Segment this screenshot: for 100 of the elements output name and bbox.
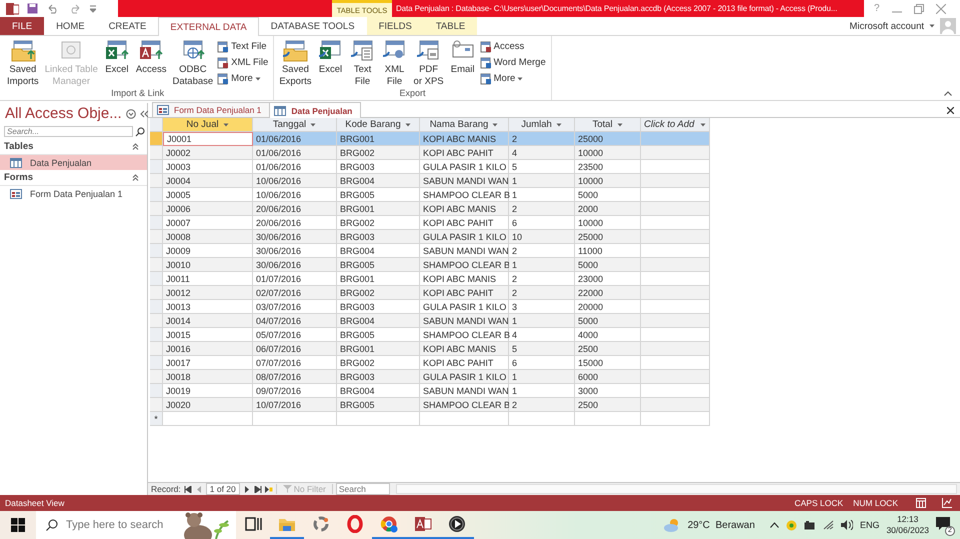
table-row[interactable]: J0006 20/06/2016 BRG001 KOPI ABC MANIS 2 2000 [150,202,960,216]
ribbon-tab[interactable]: EXTERNAL DATA [158,17,259,36]
database-icon[interactable] [414,515,432,533]
dropdown-icon [616,122,623,126]
document-tab[interactable]: Form Data Penjualan 1 [152,102,270,117]
collapse-ribbon-icon[interactable] [944,91,952,96]
ribbon-button[interactable]: PDF or XPS [412,39,446,88]
nav-item[interactable]: Data Penjualan [0,155,147,170]
ribbon-button[interactable]: Email [448,39,478,88]
empty-cell[interactable] [575,412,641,426]
ribbon-button[interactable]: Excel [102,39,132,88]
ribbon-button[interactable]: Text File [217,39,270,54]
sync-icon[interactable] [786,520,797,530]
table-cell: 5 [509,342,575,356]
wifi-icon[interactable] [822,520,834,530]
ribbon-tab[interactable]: TABLE [424,17,478,35]
table-cell: 10000 [575,174,641,188]
close-icon[interactable] [947,107,954,114]
new-record-icon[interactable] [264,486,273,492]
table-row[interactable]: J0018 08/07/2016 BRG003 GULA PASIR 1 KILO 1 6000 [150,370,960,384]
play-icon[interactable] [448,515,466,533]
table-cell: KOPI ABC MANIS [420,132,509,146]
pane-title[interactable]: All Access Obje... [5,105,122,122]
column-header[interactable]: Jumlah [509,118,575,132]
database-icon[interactable] [6,2,19,14]
ribbon-button[interactable]: Saved Imports [5,39,41,88]
weather-text[interactable]: 29°C Berawan [688,520,755,530]
empty-cell[interactable] [253,412,337,426]
table-row[interactable]: J0004 10/06/2016 BRG004 SABUN MANDI WAN 1 10000 [150,174,960,188]
save-icon[interactable] [27,3,38,14]
windows-icon[interactable] [11,518,25,532]
table-row[interactable]: J0012 02/07/2016 BRG002 KOPI ABC PAHIT 2 22000 [150,286,960,300]
horizontal-scrollbar[interactable] [396,484,957,494]
ribbon-button[interactable]: XML File [380,39,410,88]
column-header[interactable]: Nama Barang [420,118,509,132]
ribbon-button[interactable]: Saved Exports [277,39,314,88]
nav-item[interactable]: Form Data Penjualan 1 [0,186,147,201]
empty-cell[interactable] [641,412,710,426]
dropdown-circle-icon[interactable] [126,108,136,118]
ribbon-button[interactable]: Word Merge [480,55,548,70]
group-header[interactable]: Forms [0,170,147,186]
avatar-icon[interactable] [940,18,956,34]
restore-icon[interactable] [914,4,924,14]
datasheet-view-icon[interactable] [916,498,926,508]
ribbon-button[interactable]: More [217,71,270,86]
empty-cell[interactable] [509,412,575,426]
ribbon-button[interactable]: XML File [217,55,270,70]
ribbon-tab[interactable]: FILE [0,17,44,35]
table-row[interactable]: J0001 01/06/2016 BRG001 KOPI ABC MANIS 2 25000 [150,132,960,146]
column-header[interactable]: Kode Barang [337,118,420,132]
table-cell: 02/07/2016 [253,286,337,300]
ring-icon[interactable] [312,515,330,533]
document-icon [480,40,492,52]
task-view-icon[interactable] [244,515,262,533]
ribbon-tab[interactable]: CREATE [96,17,158,35]
ribbon-tab[interactable]: HOME [44,17,97,35]
search-field[interactable]: Search... [4,126,133,137]
document-tab[interactable]: Data Penjualan [269,102,362,118]
ribbon-button[interactable]: Excel [316,39,346,88]
next-record-icon[interactable] [242,486,251,492]
first-record-icon[interactable] [184,486,192,492]
ribbon-button[interactable]: ODBC Database [170,39,216,88]
table-cell: 30/06/2016 [253,258,337,272]
ribbon-tab[interactable]: FIELDS [366,17,424,35]
empty-cell[interactable] [420,412,509,426]
clock[interactable]: 12:13 30/06/2023 [886,514,929,536]
table-cell: J0004 [163,174,253,188]
ring-icon[interactable] [346,515,364,533]
battery-icon[interactable] [804,520,816,530]
record-label: Record: [151,484,181,494]
ribbon-button[interactable]: More [480,71,548,86]
language-indicator[interactable]: ENG [860,520,880,530]
table-cell: BRG004 [337,314,420,328]
browser-icon[interactable] [380,515,398,533]
search-field[interactable]: Search [336,483,390,495]
table-row[interactable]: J0016 06/07/2016 BRG001 KOPI ABC MANIS 5 2500 [150,342,960,356]
table-cell: 1 [509,258,575,272]
search-icon[interactable] [46,519,58,531]
customize-icon[interactable] [90,4,96,12]
column-header[interactable]: Tanggal [253,118,337,132]
search-icon[interactable] [135,126,145,136]
column-header[interactable]: Click to Add [641,118,710,132]
design-view-icon[interactable] [942,498,952,508]
ribbon-button[interactable]: Access [480,39,548,54]
ribbon-tab[interactable]: DATABASE TOOLS [258,17,367,35]
column-header[interactable]: Total [575,118,641,132]
record-position-field[interactable]: 1 of 20 [206,483,240,495]
ribbon-button[interactable]: Access [134,39,168,88]
table-cell: J0018 [163,370,253,384]
speaker-icon[interactable] [840,520,853,530]
table-row[interactable]: J0002 01/06/2016 BRG002 KOPI ABC PAHIT 4 10000 [150,146,960,160]
table-row[interactable]: J0008 30/06/2016 BRG003 GULA PASIR 1 KILO 10 25000 [150,230,960,244]
ribbon-button[interactable]: Text File [348,39,378,88]
table-row[interactable]: J0014 04/07/2016 BRG004 SABUN MANDI WAN 1 5000 [150,314,960,328]
empty-cell[interactable] [337,412,420,426]
collapse-pane-icon[interactable] [140,110,149,118]
column-header[interactable]: No Jual [163,118,253,132]
chevron-up-icon[interactable] [770,522,779,528]
account-label[interactable]: Microsoft account [850,20,924,32]
last-record-icon[interactable] [254,486,262,492]
